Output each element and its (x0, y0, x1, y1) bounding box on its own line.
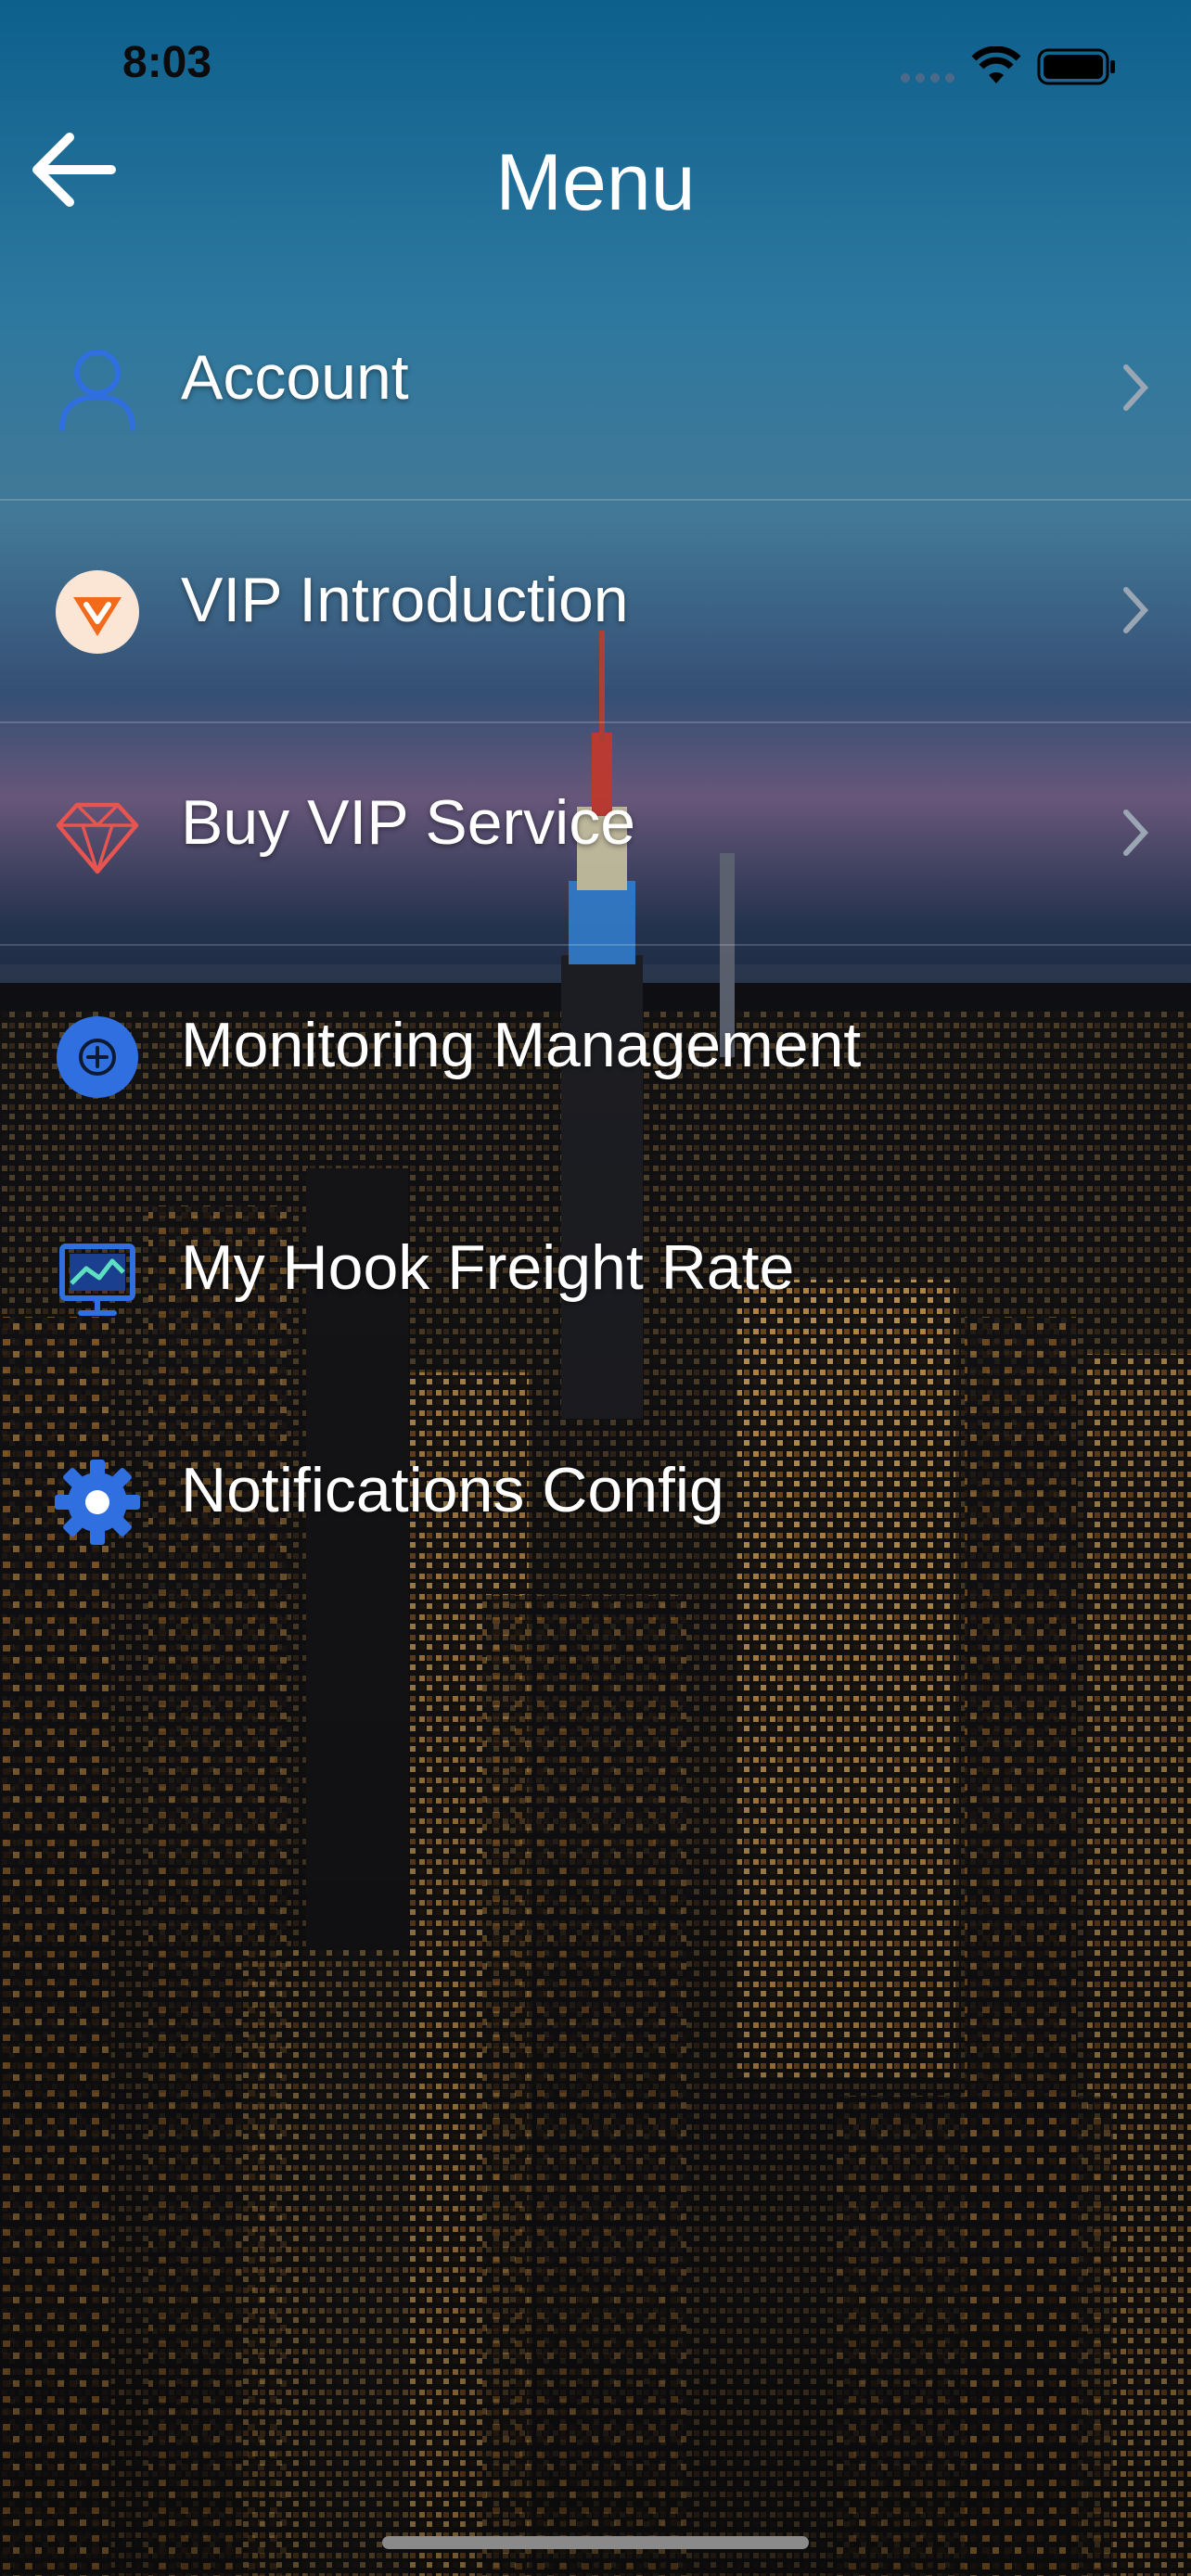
menu-item-label: VIP Introduction (181, 565, 629, 635)
page-title: Menu (495, 138, 696, 227)
monitoring-icon (57, 1016, 138, 1098)
vip-badge-icon (56, 570, 139, 654)
menu-item-label: Account (181, 342, 409, 413)
gear-icon (55, 1460, 140, 1545)
menu-item-vip-introduction[interactable]: VIP Introduction (0, 501, 1191, 723)
navigation-header: Menu (0, 130, 1191, 232)
menu-item-my-hook-freight-rate[interactable]: My Hook Freight Rate (0, 1168, 1191, 1391)
menu-list: Account VIP Introduction Buy VIP Service… (0, 278, 1191, 1613)
chart-monitor-icon (59, 1243, 135, 1316)
chevron-right-icon (1123, 364, 1149, 411)
menu-item-label: Buy VIP Service (181, 787, 636, 858)
menu-item-buy-vip-service[interactable]: Buy VIP Service (0, 723, 1191, 946)
menu-item-account[interactable]: Account (0, 278, 1191, 501)
user-icon (59, 350, 135, 431)
menu-item-notifications-config[interactable]: Notifications Config (0, 1391, 1191, 1613)
home-indicator[interactable] (382, 2536, 809, 2549)
status-time: 8:03 (122, 38, 212, 87)
wifi-icon (971, 46, 1021, 83)
diamond-icon (56, 802, 139, 874)
battery-icon (1037, 48, 1115, 85)
chevron-right-icon (1123, 587, 1149, 633)
menu-item-label: Monitoring Management (181, 1010, 862, 1080)
status-bar: 8:03 (0, 0, 1191, 139)
cellular-signal-icon (901, 73, 954, 83)
menu-item-monitoring-management[interactable]: Monitoring Management (0, 946, 1191, 1168)
menu-screen: 8:03 Menu Account VIP Introduction Buy V… (0, 0, 1191, 2576)
chevron-right-icon (1123, 810, 1149, 856)
menu-item-label: Notifications Config (181, 1455, 724, 1525)
menu-item-label: My Hook Freight Rate (181, 1232, 795, 1303)
